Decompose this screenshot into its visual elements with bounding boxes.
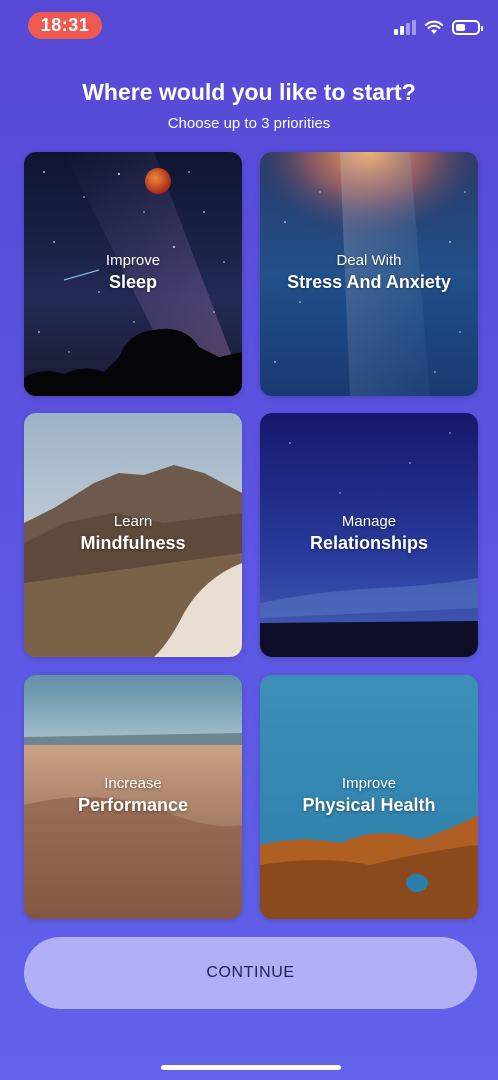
card-title: Relationships bbox=[309, 533, 429, 553]
card-label: Improve Physical Health bbox=[260, 775, 478, 816]
signal-icon bbox=[394, 19, 416, 35]
card-title: Physical Health bbox=[302, 795, 436, 815]
home-indicator[interactable] bbox=[161, 1065, 341, 1070]
card-title: Mindfulness bbox=[80, 533, 186, 553]
priority-card-sleep[interactable]: Improve Sleep bbox=[24, 152, 242, 396]
page-subtitle: Choose up to 3 priorities bbox=[167, 115, 331, 132]
status-time[interactable]: 18:31 bbox=[28, 12, 102, 39]
priority-card-performance[interactable]: Increase Performance bbox=[24, 675, 242, 919]
battery-level bbox=[456, 24, 465, 31]
card-title: Sleep bbox=[108, 272, 158, 292]
wifi-icon bbox=[424, 20, 444, 34]
card-title: Stress And Anxiety bbox=[287, 272, 451, 292]
card-label: Improve Sleep bbox=[24, 252, 242, 293]
priority-card-stress-and-anxiety[interactable]: Deal With Stress And Anxiety bbox=[260, 152, 478, 396]
priority-card-relationships[interactable]: Manage Relationships bbox=[260, 413, 478, 657]
card-label: Increase Performance bbox=[24, 775, 242, 816]
card-kicker: Deal With bbox=[336, 252, 402, 269]
status-bar: 18:31 bbox=[0, 0, 498, 50]
page-title: Where would you like to start? bbox=[82, 79, 416, 105]
card-kicker: Manage bbox=[341, 513, 397, 530]
priority-card-physical-health[interactable]: Improve Physical Health bbox=[260, 675, 478, 919]
card-title: Performance bbox=[77, 795, 189, 815]
card-kicker: Learn bbox=[113, 513, 153, 530]
priority-card-mindfulness[interactable]: Learn Mindfulness bbox=[24, 413, 242, 657]
card-label: Learn Mindfulness bbox=[24, 513, 242, 554]
card-kicker: Increase bbox=[104, 775, 162, 792]
battery-icon bbox=[452, 20, 483, 35]
card-kicker: Improve bbox=[105, 252, 161, 269]
continue-button[interactable]: CONTINUE bbox=[24, 937, 477, 1009]
card-label: Deal With Stress And Anxiety bbox=[260, 252, 478, 293]
card-label: Manage Relationships bbox=[260, 513, 478, 554]
status-icons bbox=[394, 19, 483, 35]
card-kicker: Improve bbox=[341, 775, 397, 792]
